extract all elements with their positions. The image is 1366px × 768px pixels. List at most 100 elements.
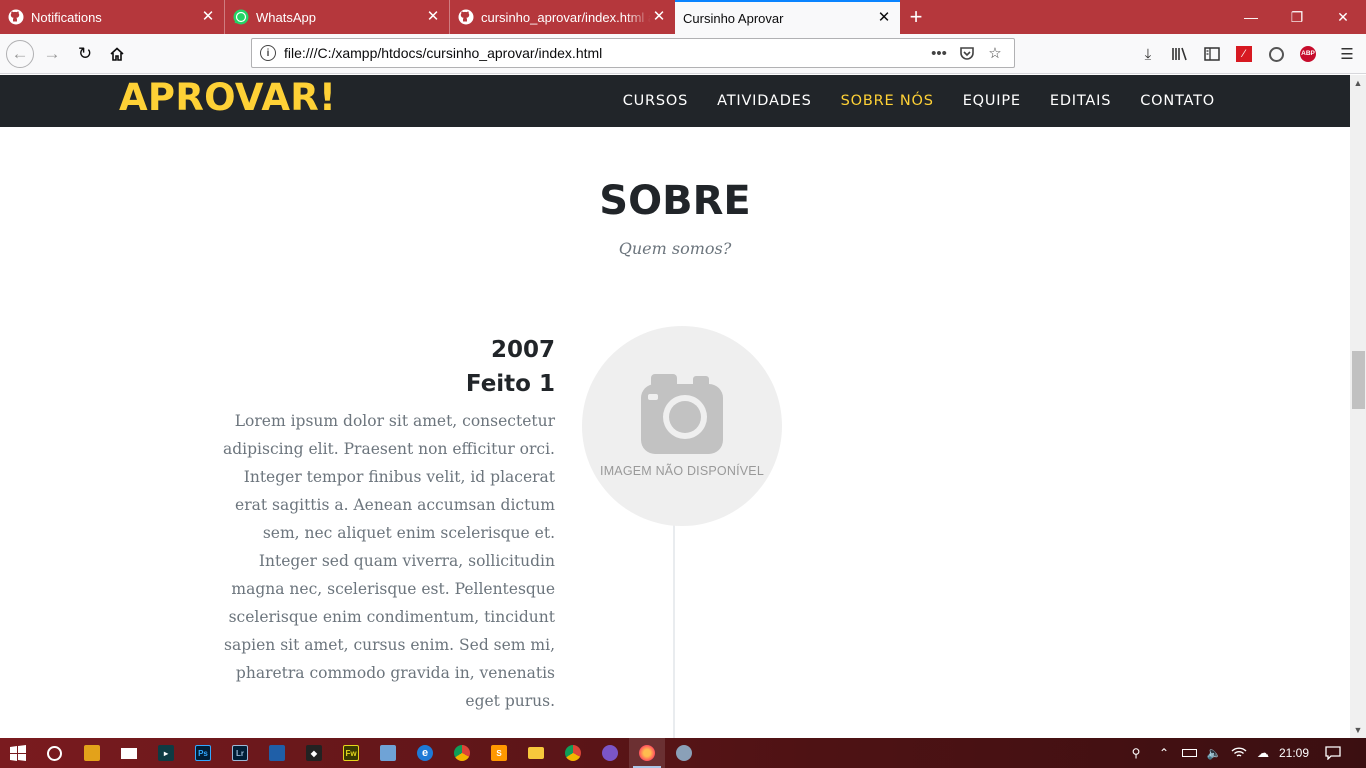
nav-link-cursos[interactable]: CURSOS [623, 93, 688, 109]
tab-cursinho-aprovar[interactable]: Cursinho Aprovar ✕ [675, 0, 900, 34]
timeline-year: 2007 [490, 337, 555, 363]
tab-notifications[interactable]: Notifications ✕ [0, 0, 225, 34]
taskbar-mail[interactable] [111, 738, 147, 768]
site-navbar: APROVAR! CURSOS ATIVIDADES SOBRE NÓS EQU… [0, 75, 1350, 127]
edge-icon: e [417, 745, 433, 761]
taskbar-explorer[interactable] [518, 738, 554, 768]
start-button[interactable] [0, 738, 36, 768]
adblock-icon[interactable]: ABP [1296, 42, 1320, 66]
firefox-icon [639, 745, 655, 761]
tab-label: Cursinho Aprovar [683, 10, 784, 26]
taskbar-chrome-canary[interactable] [444, 738, 480, 768]
restore-button[interactable]: ❐ [1274, 0, 1320, 34]
site-logo[interactable]: APROVAR! [119, 75, 336, 121]
nav-link-sobre-nos[interactable]: SOBRE NÓS [841, 93, 934, 109]
pdf-extension-icon[interactable]: ⁄ [1232, 42, 1256, 66]
taskbar-photoshop[interactable]: Ps [185, 738, 221, 768]
tab-label: cursinho_aprovar/index.html at [481, 9, 651, 25]
clock[interactable]: 21:09 [1276, 738, 1312, 768]
taskbar-chrome[interactable] [555, 738, 591, 768]
tab-github-repo[interactable]: cursinho_aprovar/index.html at ✕ [450, 0, 675, 34]
close-window-button[interactable]: ✕ [1320, 0, 1366, 34]
volume-icon[interactable]: 🔈 [1203, 738, 1225, 768]
cloud-icon[interactable]: ☁ [1252, 738, 1274, 768]
page-actions-icon[interactable]: ••• [928, 45, 950, 62]
cortana-button[interactable] [36, 738, 72, 768]
taskbar-app-cube[interactable] [370, 738, 406, 768]
nav-link-contato[interactable]: CONTATO [1140, 93, 1215, 109]
hamburger-menu-icon[interactable]: ☰ [1335, 42, 1359, 66]
windows-logo-icon [10, 745, 26, 761]
taskbar-edge[interactable]: e [407, 738, 443, 768]
action-center-icon[interactable] [1322, 738, 1344, 768]
timeline-item: 2007 Feito 1 Lorem ipsum dolor sit amet,… [215, 333, 555, 715]
home-button[interactable] [103, 40, 131, 68]
scroll-up-icon[interactable]: ▲ [1350, 75, 1366, 91]
scroll-down-icon[interactable]: ▼ [1350, 722, 1366, 738]
web-page: APROVAR! CURSOS ATIVIDADES SOBRE NÓS EQU… [0, 75, 1350, 738]
windows-taskbar: ▸ Ps Lr ◆ Fw e S ⚲ ⌃ 🔈 ☁ 21:09 [0, 738, 1366, 768]
taskbar-app-blue[interactable] [259, 738, 295, 768]
lightroom-icon: Lr [232, 745, 248, 761]
reload-button[interactable]: ↻ [71, 40, 99, 68]
nav-link-atividades[interactable]: ATIVIDADES [717, 93, 811, 109]
timeline-body: Lorem ipsum dolor sit amet, consectetur … [223, 412, 555, 710]
arrow-left-icon: ← [11, 44, 29, 63]
camera-icon [641, 374, 723, 454]
chrome-icon [565, 745, 581, 761]
tab-whatsapp[interactable]: WhatsApp ✕ [225, 0, 450, 34]
close-icon[interactable]: ✕ [651, 9, 667, 25]
browser-tab-strip: Notifications ✕ WhatsApp ✕ cursinho_apro… [0, 0, 1366, 34]
taskbar-store[interactable] [74, 738, 110, 768]
url-bar[interactable]: i file:///C:/xampp/htdocs/cursinho_aprov… [251, 38, 1015, 68]
app-icon [269, 745, 285, 761]
scrollbar-thumb[interactable] [1352, 351, 1365, 409]
chrome-icon [454, 745, 470, 761]
tab-label: Notifications [31, 9, 102, 25]
browser-toolbar: ← → ↻ i file:///C:/xampp/htdocs/cursinho… [0, 34, 1366, 74]
taskbar-unity[interactable]: ◆ [296, 738, 332, 768]
taskbar-lightroom[interactable]: Lr [222, 738, 258, 768]
minimize-button[interactable]: — [1228, 0, 1274, 34]
cube-icon [380, 745, 396, 761]
github-icon [8, 9, 24, 25]
download-icon[interactable]: ⤓ [1136, 42, 1160, 66]
info-icon[interactable]: i [260, 45, 276, 61]
chevron-up-icon[interactable]: ⌃ [1154, 738, 1174, 768]
cat-icon [602, 745, 618, 761]
people-icon[interactable]: ⚲ [1124, 738, 1148, 768]
unity-icon: ◆ [306, 745, 322, 761]
store-icon [84, 745, 100, 761]
taskbar-fireworks[interactable]: Fw [333, 738, 369, 768]
close-icon[interactable]: ✕ [200, 9, 216, 25]
close-icon[interactable]: ✕ [425, 9, 441, 25]
nav-link-editais[interactable]: EDITAIS [1050, 93, 1111, 109]
sidebar-icon[interactable] [1200, 42, 1224, 66]
forward-button[interactable]: → [38, 40, 66, 68]
bookmark-star-icon[interactable]: ☆ [984, 44, 1006, 62]
taskbar-sublime[interactable]: S [481, 738, 517, 768]
folder-icon [528, 747, 544, 759]
home-icon [110, 47, 124, 61]
section-heading: SOBRE [599, 178, 751, 224]
extension-icon[interactable] [1264, 42, 1288, 66]
url-text[interactable]: file:///C:/xampp/htdocs/cursinho_aprovar… [284, 45, 922, 61]
close-icon[interactable]: ✕ [876, 10, 892, 26]
library-icon[interactable] [1168, 42, 1192, 66]
wifi-icon[interactable] [1228, 738, 1250, 768]
taskbar-app-cat[interactable] [592, 738, 628, 768]
timeline-title: Feito 1 [465, 371, 555, 397]
reload-icon: ↻ [77, 44, 93, 63]
taskbar-app-terminal[interactable]: ▸ [148, 738, 184, 768]
battery-icon[interactable] [1178, 738, 1200, 768]
nav-link-equipe[interactable]: EQUIPE [963, 93, 1021, 109]
taskbar-app-gear[interactable] [666, 738, 702, 768]
back-button[interactable]: ← [6, 40, 34, 68]
pocket-icon[interactable] [956, 45, 978, 61]
arrow-right-icon: → [43, 44, 61, 63]
sublime-icon: S [491, 745, 507, 761]
page-scrollbar[interactable]: ▲ ▼ [1350, 75, 1366, 738]
new-tab-button[interactable]: + [902, 0, 930, 34]
whatsapp-icon [233, 9, 249, 25]
taskbar-firefox[interactable] [629, 738, 665, 768]
